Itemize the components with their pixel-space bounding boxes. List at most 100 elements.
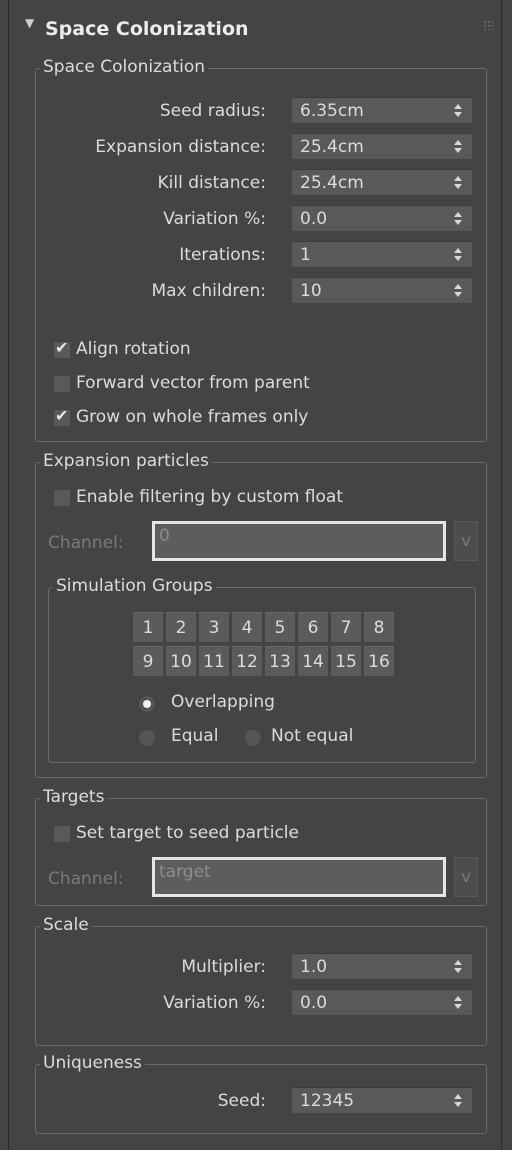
seed-value[interactable]: 12345: [300, 1091, 354, 1111]
spinner-arrows-icon[interactable]: [454, 956, 462, 976]
space-colonization-panel: ▼ Space Colonization Space Colonization …: [8, 0, 502, 1150]
spinner-arrows-icon[interactable]: [454, 244, 462, 264]
iterations-value[interactable]: 1: [300, 245, 311, 265]
checkbox-box[interactable]: [54, 376, 70, 392]
variation-value[interactable]: 0.0: [300, 209, 327, 229]
enable-filtering-label[interactable]: Enable filtering by custom float: [76, 487, 343, 507]
kill-distance-spinner[interactable]: 25.4cm: [292, 169, 472, 195]
kill-distance-value[interactable]: 25.4cm: [300, 173, 364, 193]
sim-group-button-16[interactable]: 16: [364, 646, 394, 676]
simulation-groups-group: Simulation Groups 1 2 3 4 5 6 7 8 9 10 1…: [48, 576, 476, 763]
rollout-title: Space Colonization: [45, 18, 249, 40]
collapse-arrow-icon[interactable]: ▼: [25, 16, 34, 30]
channel-value[interactable]: 0: [159, 526, 170, 546]
seed-radius-value[interactable]: 6.35cm: [300, 101, 364, 121]
forward-vector-label[interactable]: Forward vector from parent: [76, 373, 310, 393]
channel-select-button[interactable]: v: [454, 857, 478, 897]
seed-radius-row: Seed radius: 6.35cm: [36, 97, 488, 125]
sim-group-button-13[interactable]: 13: [265, 646, 295, 676]
spinner-arrows-icon[interactable]: [454, 208, 462, 228]
overlapping-label[interactable]: Overlapping: [171, 692, 275, 712]
iterations-spinner[interactable]: 1: [292, 241, 472, 267]
variation-row: Variation %: 0.0: [36, 205, 488, 233]
seed-radius-label: Seed radius:: [159, 101, 266, 121]
spinner-arrows-icon[interactable]: [454, 1090, 462, 1110]
iterations-row: Iterations: 1: [36, 241, 488, 269]
scale-variation-value[interactable]: 0.0: [300, 993, 327, 1013]
max-children-row: Max children: 10: [36, 277, 488, 305]
expansion-distance-value[interactable]: 25.4cm: [300, 137, 364, 157]
multiplier-label: Multiplier:: [181, 957, 266, 977]
kill-distance-row: Kill distance: 25.4cm: [36, 169, 488, 197]
sim-group-button-3[interactable]: 3: [199, 612, 229, 642]
checkbox-box[interactable]: ✔: [54, 406, 70, 426]
checkbox-box[interactable]: [54, 490, 70, 506]
sim-group-button-8[interactable]: 8: [364, 612, 394, 642]
set-target-label[interactable]: Set target to seed particle: [76, 823, 299, 843]
spinner-arrows-icon[interactable]: [454, 992, 462, 1012]
group-title: Targets: [40, 787, 108, 807]
rollout-header[interactable]: ▼ Space Colonization: [9, 12, 503, 48]
kill-distance-label: Kill distance:: [157, 173, 266, 193]
seed-row: Seed: 12345: [36, 1087, 488, 1115]
spinner-arrows-icon[interactable]: [454, 100, 462, 120]
target-channel-input[interactable]: target: [152, 857, 446, 897]
multiplier-spinner[interactable]: 1.0: [292, 953, 472, 979]
expansion-distance-row: Expansion distance: 25.4cm: [36, 133, 488, 161]
spinner-arrows-icon[interactable]: [454, 172, 462, 192]
sim-group-button-6[interactable]: 6: [298, 612, 328, 642]
checkmark-icon: ✔: [55, 406, 69, 425]
seed-radius-spinner[interactable]: 6.35cm: [292, 97, 472, 123]
iterations-label: Iterations:: [179, 245, 266, 265]
group-title: Space Colonization: [40, 57, 209, 77]
max-children-value[interactable]: 10: [300, 281, 322, 301]
max-children-label: Max children:: [151, 281, 266, 301]
expansion-distance-spinner[interactable]: 25.4cm: [292, 133, 472, 159]
scale-variation-spinner[interactable]: 0.0: [292, 989, 472, 1015]
sim-group-button-15[interactable]: 15: [331, 646, 361, 676]
channel-select-button[interactable]: v: [454, 521, 478, 561]
align-rotation-label[interactable]: Align rotation: [76, 339, 191, 359]
checkbox-box[interactable]: [54, 826, 70, 842]
equal-label[interactable]: Equal: [171, 726, 218, 746]
sim-group-button-14[interactable]: 14: [298, 646, 328, 676]
variation-label: Variation %:: [163, 209, 266, 229]
checkbox-box[interactable]: ✔: [54, 338, 70, 358]
expansion-particles-group: Expansion particles Enable filtering by …: [35, 451, 487, 778]
sim-group-button-12[interactable]: 12: [232, 646, 262, 676]
sim-group-button-1[interactable]: 1: [133, 612, 163, 642]
channel-input[interactable]: 0: [152, 521, 446, 561]
seed-spinner[interactable]: 12345: [292, 1087, 472, 1113]
target-channel-value[interactable]: target: [159, 862, 211, 882]
scale-variation-label: Variation %:: [163, 993, 266, 1013]
sim-group-button-7[interactable]: 7: [331, 612, 361, 642]
group-title: Uniqueness: [40, 1053, 145, 1073]
targets-group: Targets Set target to seed particle Chan…: [35, 787, 487, 906]
channel-label: Channel:: [48, 533, 124, 553]
max-children-spinner[interactable]: 10: [292, 277, 472, 303]
drag-grip-icon[interactable]: [483, 20, 493, 30]
sim-group-button-2[interactable]: 2: [166, 612, 196, 642]
radio-button-icon[interactable]: [245, 730, 261, 746]
spinner-arrows-icon[interactable]: [454, 136, 462, 156]
group-title: Expansion particles: [40, 451, 212, 471]
variation-spinner[interactable]: 0.0: [292, 205, 472, 231]
radio-button-selected-icon[interactable]: [139, 696, 155, 712]
multiplier-value[interactable]: 1.0: [300, 957, 327, 977]
checkmark-icon: ✔: [55, 338, 69, 357]
sim-group-button-5[interactable]: 5: [265, 612, 295, 642]
sim-group-button-4[interactable]: 4: [232, 612, 262, 642]
channel-label: Channel:: [48, 869, 124, 889]
sim-group-button-9[interactable]: 9: [133, 646, 163, 676]
sim-group-button-11[interactable]: 11: [199, 646, 229, 676]
uniqueness-group: Uniqueness Seed: 12345: [35, 1053, 488, 1134]
space-colonization-group: Space Colonization Seed radius: 6.35cm E…: [35, 57, 488, 442]
seed-label: Seed:: [217, 1091, 266, 1111]
multiplier-row: Multiplier: 1.0: [36, 953, 488, 981]
sim-group-button-10[interactable]: 10: [166, 646, 196, 676]
not-equal-label[interactable]: Not equal: [271, 726, 353, 746]
spinner-arrows-icon[interactable]: [454, 280, 462, 300]
scale-group: Scale Multiplier: 1.0 Variation %: 0.0: [35, 915, 488, 1046]
radio-button-icon[interactable]: [139, 730, 155, 746]
grow-whole-frames-label[interactable]: Grow on whole frames only: [76, 407, 308, 427]
